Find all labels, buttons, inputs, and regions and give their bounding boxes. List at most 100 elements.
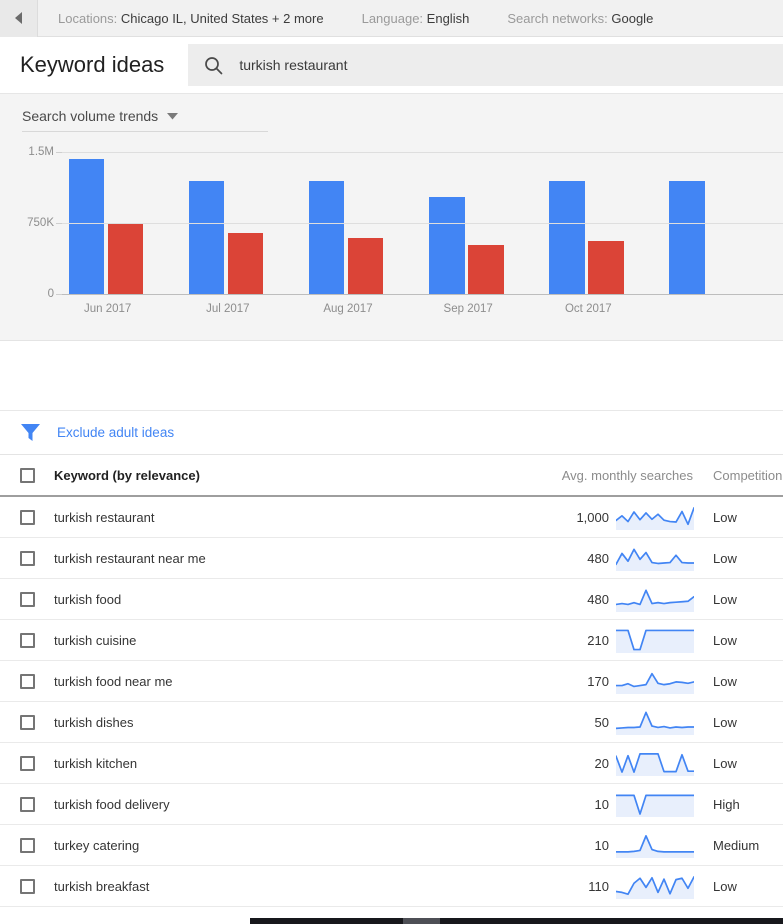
search-input[interactable] xyxy=(239,57,783,73)
keyword-cell[interactable]: turkish restaurant near me xyxy=(54,551,526,566)
column-header-avg-monthly-searches[interactable]: Avg. monthly searches xyxy=(550,468,700,483)
context-item-search-networks[interactable]: Search networks: Google xyxy=(507,11,653,26)
competition-cell: Low xyxy=(713,755,737,771)
keyword-cell[interactable]: turkey catering xyxy=(54,838,526,853)
row-checkbox[interactable] xyxy=(19,509,35,525)
context-networks-label: Search networks: xyxy=(507,10,608,26)
row-checkbox[interactable] xyxy=(19,673,35,689)
keyword-cell[interactable]: turkish food near me xyxy=(54,674,526,689)
select-all-checkbox[interactable] xyxy=(19,467,35,483)
trend-sparkline xyxy=(616,548,694,571)
trend-sparkline-cell[interactable] xyxy=(616,667,700,695)
chart-bar-red[interactable] xyxy=(107,222,144,294)
keyword-cell[interactable]: turkish kitchen xyxy=(54,756,526,771)
y-axis-tick-mark xyxy=(56,294,62,295)
chart-bar-blue[interactable] xyxy=(68,158,105,294)
table-row[interactable]: turkish restaurant near me 480 Low xyxy=(0,538,783,579)
select-all-cell xyxy=(0,467,54,483)
search-volume-bar-chart: 0 750K 1.5M Jun 2017 Jul 2017 Aug 2017 Sep 20… xyxy=(0,146,783,322)
row-select-cell xyxy=(0,591,54,607)
trend-sparkline xyxy=(616,835,694,858)
trend-sparkline-cell[interactable] xyxy=(616,626,700,654)
keyword-cell[interactable]: turkish restaurant xyxy=(54,510,526,525)
trend-sparkline-cell[interactable] xyxy=(616,708,700,736)
row-select-cell xyxy=(0,509,54,525)
x-axis-label: Jul 2017 xyxy=(206,303,250,315)
row-checkbox[interactable] xyxy=(19,755,35,771)
table-row[interactable]: turkish restaurant 1,000 Low xyxy=(0,497,783,538)
trend-metric-select[interactable]: Search volume trends xyxy=(22,108,269,132)
keyword-cell[interactable]: turkish breakfast xyxy=(54,879,526,894)
trend-sparkline-cell[interactable] xyxy=(616,831,700,859)
context-locations-label: Locations: xyxy=(58,10,118,26)
exclude-adult-ideas-link[interactable]: Exclude adult ideas xyxy=(57,425,174,440)
keyword-cell[interactable]: turkish food xyxy=(54,592,526,607)
row-checkbox[interactable] xyxy=(19,632,35,648)
row-checkbox[interactable] xyxy=(19,550,35,566)
page-title: Keyword ideas xyxy=(20,52,165,77)
chart-bar-red[interactable] xyxy=(347,238,384,294)
keyword-cell[interactable]: turkish food delivery xyxy=(54,797,526,812)
bottom-strip-left xyxy=(0,918,250,924)
chart-bar-blue[interactable] xyxy=(429,196,465,294)
trend-sparkline-cell[interactable] xyxy=(616,790,700,818)
trend-sparkline-cell[interactable] xyxy=(616,872,700,900)
header: Keyword ideas xyxy=(0,37,783,94)
column-header-competition[interactable]: Competition xyxy=(700,468,783,483)
trend-metric-label: Search volume trends xyxy=(22,108,159,124)
avg-monthly-searches-cell: 10 xyxy=(594,796,609,812)
chart-bar-blue[interactable] xyxy=(669,181,705,294)
table-row[interactable]: turkish food delivery 10 High xyxy=(0,784,783,825)
chart-bar-red[interactable] xyxy=(227,233,264,294)
table-header-row: Keyword (by relevance) Avg. monthly sear… xyxy=(0,455,783,497)
row-checkbox[interactable] xyxy=(19,796,35,812)
table-row[interactable]: turkish kitchen 20 Low xyxy=(0,743,783,784)
trend-sparkline-cell[interactable] xyxy=(616,503,700,531)
chart-bar-blue[interactable] xyxy=(188,181,225,294)
trend-sparkline xyxy=(616,507,694,530)
competition-cell: High xyxy=(713,796,740,812)
competition-cell: Low xyxy=(713,550,737,566)
context-item-language[interactable]: Language: English xyxy=(362,11,470,26)
chart-bar-red[interactable] xyxy=(468,244,504,294)
table-row[interactable]: turkish breakfast 110 Low xyxy=(0,866,783,907)
table-row[interactable]: turkish dishes 50 Low xyxy=(0,702,783,743)
context-item-locations[interactable]: Locations: Chicago IL, United States + 2… xyxy=(58,11,324,26)
bottom-edge-strip xyxy=(0,918,783,924)
trend-sparkline-cell[interactable] xyxy=(616,544,700,572)
back-arrow-icon[interactable] xyxy=(0,0,38,37)
keyword-cell[interactable]: turkish dishes xyxy=(54,715,526,730)
keyword-cell[interactable]: turkish cuisine xyxy=(54,633,526,648)
bottom-strip-seg-3 xyxy=(440,918,783,924)
y-axis-tick-label: 1.5M xyxy=(28,146,54,158)
row-checkbox[interactable] xyxy=(19,837,35,853)
table-row[interactable]: turkish food 480 Low xyxy=(0,579,783,620)
keyword-search-box[interactable] xyxy=(188,44,783,86)
avg-monthly-searches-cell: 170 xyxy=(587,673,609,689)
table-row[interactable]: turkish cuisine 210 Low xyxy=(0,620,783,661)
chart-plot-area: 0 750K 1.5M Jun 2017 Jul 2017 Aug 2017 Sep 20… xyxy=(27,146,783,315)
y-axis-tick-label: 750K xyxy=(27,217,54,229)
row-checkbox[interactable] xyxy=(19,591,35,607)
row-checkbox[interactable] xyxy=(19,878,35,894)
avg-monthly-searches-cell: 480 xyxy=(587,550,609,566)
table-row[interactable]: turkish food near me 170 Low xyxy=(0,661,783,702)
x-axis-label: Jun 2017 xyxy=(83,303,132,315)
x-axis-label: Aug 2017 xyxy=(323,303,373,315)
trend-sparkline xyxy=(616,876,694,899)
chart-bar-blue[interactable] xyxy=(308,181,345,294)
competition-cell: Medium xyxy=(713,837,760,853)
column-header-keyword[interactable]: Keyword (by relevance) xyxy=(54,468,550,483)
table-row[interactable]: turkey catering 10 Medium xyxy=(0,825,783,866)
chart-header: Search volume trends xyxy=(0,94,783,132)
chart-bar-blue[interactable] xyxy=(549,181,585,294)
row-checkbox[interactable] xyxy=(19,714,35,730)
filter-funnel-icon[interactable] xyxy=(20,423,41,442)
context-locations-value: Chicago IL, United States + 2 more xyxy=(120,10,324,26)
trend-sparkline xyxy=(616,672,694,694)
avg-monthly-searches-cell: 210 xyxy=(587,632,609,648)
trend-sparkline-cell[interactable] xyxy=(616,749,700,777)
row-select-cell xyxy=(0,796,54,812)
trend-sparkline-cell[interactable] xyxy=(616,585,700,613)
chart-bar-red[interactable] xyxy=(588,241,624,294)
